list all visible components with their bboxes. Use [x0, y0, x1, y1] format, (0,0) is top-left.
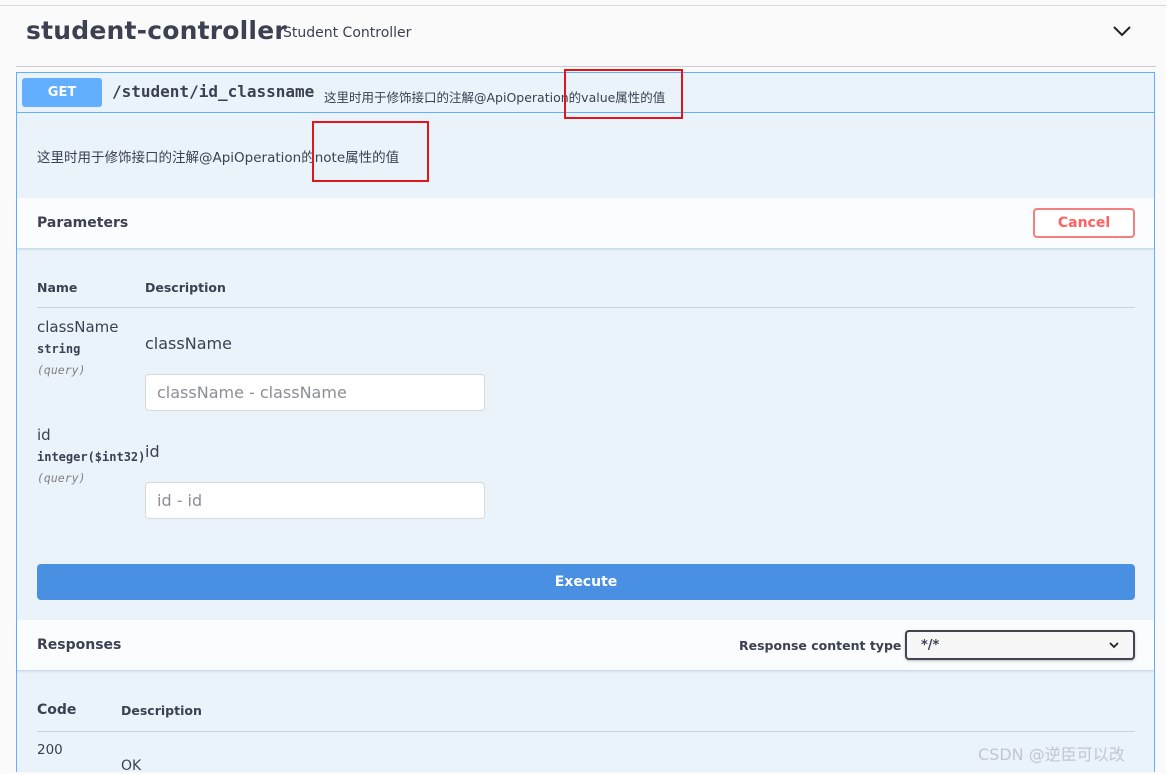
response-code: 200 — [37, 742, 63, 758]
method-badge[interactable]: GET — [22, 78, 102, 107]
controller-title[interactable]: student-controller — [26, 16, 287, 45]
response-col-code: Code — [37, 702, 77, 718]
chevron-down-icon[interactable] — [1112, 24, 1132, 38]
id-input[interactable] — [145, 482, 485, 519]
param-name-classname: className — [37, 318, 119, 336]
responses-title: Responses — [37, 637, 122, 653]
param-col-description: Description — [145, 280, 226, 295]
response-content-type-value: */* — [921, 637, 940, 653]
parameters-header — [17, 198, 1154, 249]
parameters-title: Parameters — [37, 215, 129, 231]
chevron-down-icon — [1109, 642, 1119, 649]
param-in-classname: (query) — [37, 363, 86, 377]
operation-path[interactable]: /student/id_classname — [112, 82, 314, 101]
param-type-id: integer($int32) — [37, 450, 146, 464]
param-in-id: (query) — [37, 471, 86, 485]
response-content-type-select[interactable]: */* — [905, 630, 1135, 660]
response-content-type-label: Response content type — [739, 638, 902, 653]
execute-button[interactable]: Execute — [37, 564, 1135, 600]
param-col-name: Name — [37, 280, 78, 295]
controller-subtitle: Student Controller — [283, 25, 412, 41]
param-type-classname: string — [37, 342, 81, 356]
cancel-button[interactable]: Cancel — [1033, 208, 1135, 238]
top-divider — [0, 5, 1166, 6]
param-description-classname: className — [145, 334, 232, 353]
highlight-box-value — [564, 69, 683, 119]
response-table-divider — [37, 731, 1135, 732]
highlight-box-note — [312, 121, 429, 182]
response-col-description: Description — [121, 703, 202, 718]
classname-input[interactable] — [145, 374, 485, 411]
param-description-id: id — [145, 442, 160, 461]
param-name-id: id — [37, 426, 51, 444]
param-table-divider — [37, 307, 1135, 308]
controller-divider — [16, 66, 1156, 67]
watermark: CSDN @逆臣可以改 — [978, 745, 1125, 764]
